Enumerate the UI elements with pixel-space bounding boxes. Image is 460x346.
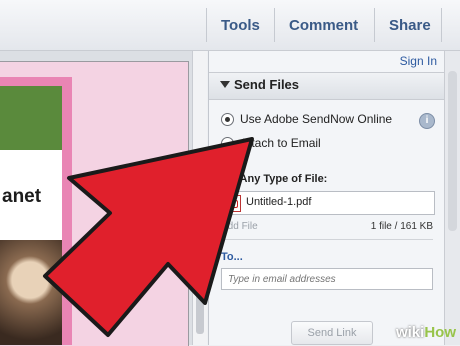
panel-scrollbar-thumb[interactable] — [448, 71, 457, 231]
sign-in-link[interactable]: Sign In — [400, 54, 437, 68]
sendnow-label: Use Adobe SendNow Online — [240, 112, 393, 126]
radio-selected-icon[interactable] — [221, 113, 234, 127]
pdf-icon — [227, 195, 241, 212]
toolbar-separator — [441, 8, 442, 42]
section-title: Send Files — [234, 77, 300, 92]
share-button[interactable]: Share — [389, 14, 431, 38]
file-name: Untitled-1.pdf — [246, 196, 312, 208]
to-label: To... — [221, 251, 243, 263]
collapse-triangle-icon — [220, 81, 230, 88]
file-info: 1 file / 161 KB — [370, 221, 433, 232]
top-toolbar: Tools Comment Share — [0, 0, 460, 51]
email-label: Attach to Email — [240, 136, 321, 150]
toolbar-separator — [206, 8, 207, 42]
sendnow-option[interactable]: Use Adobe SendNow Online — [221, 112, 393, 127]
panel-scrollbar[interactable] — [444, 51, 460, 345]
add-file-link[interactable]: Add File — [221, 221, 258, 232]
email-option[interactable]: Attach to Email — [221, 136, 321, 151]
document-scrollbar[interactable] — [192, 51, 207, 345]
slide-heading: anet — [2, 186, 42, 207]
info-icon[interactable]: i — [419, 113, 435, 129]
scrollbar-thumb[interactable] — [196, 294, 204, 334]
toolbar-separator — [374, 8, 375, 42]
slide-photo — [0, 240, 62, 345]
file-list[interactable]: Untitled-1.pdf — [221, 191, 435, 215]
wikihow-logo: wikiHow — [395, 324, 456, 341]
send-link-button[interactable]: Send Link — [291, 321, 373, 345]
divider — [221, 239, 433, 240]
radio-unselected-icon[interactable] — [221, 137, 234, 151]
email-input[interactable] — [221, 268, 433, 290]
select-file-label: ect Any Type of File: — [221, 173, 328, 185]
toolbar-separator — [274, 8, 275, 42]
tools-button[interactable]: Tools — [221, 14, 260, 38]
comment-button[interactable]: Comment — [289, 14, 358, 38]
share-panel: Sign In Send Files Use Adobe SendNow Onl… — [208, 51, 445, 345]
send-files-header[interactable]: Send Files — [209, 72, 445, 100]
